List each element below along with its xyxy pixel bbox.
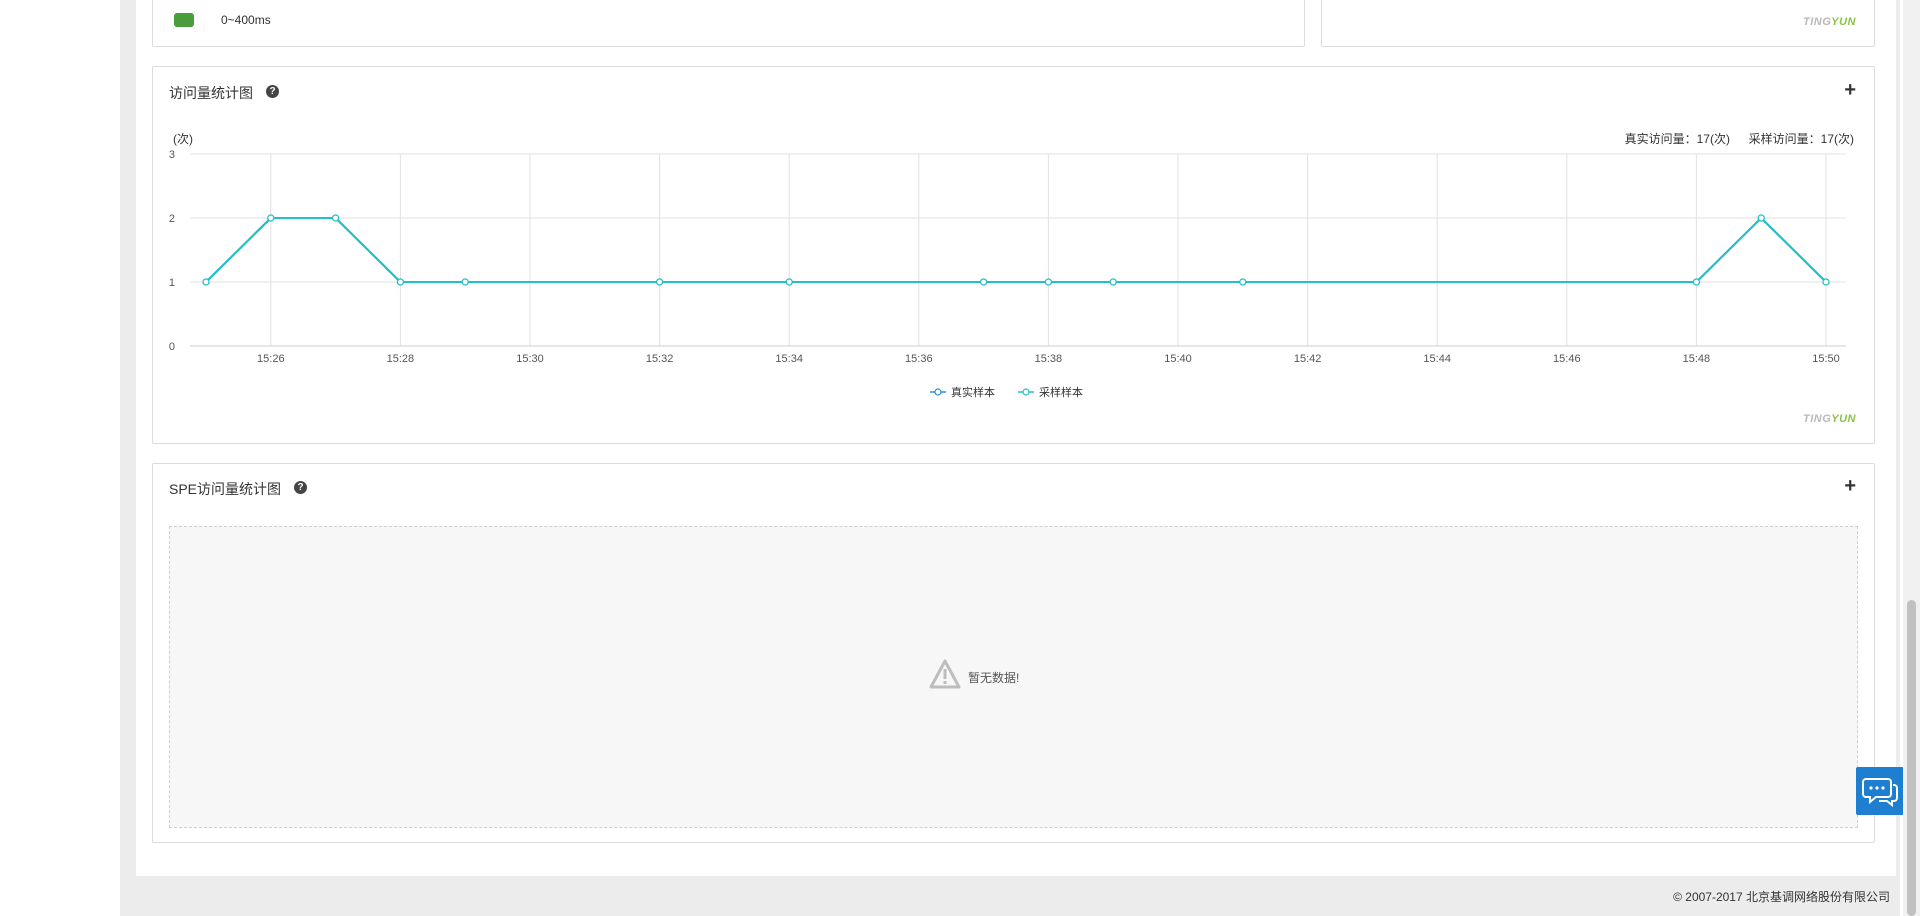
y-tick-label: 3 (169, 149, 175, 161)
x-tick-label: 15:46 (1553, 353, 1581, 365)
x-tick-label: 15:34 (775, 353, 803, 365)
y-tick-label: 0 (169, 341, 175, 353)
data-point (1044, 278, 1053, 286)
x-tick-label: 15:30 (516, 353, 544, 365)
data-point (785, 278, 793, 286)
footer-copyright: © 2007-2017 北京基调网络股份有限公司 (1673, 890, 1890, 904)
legend-label: 真实样本 (951, 385, 995, 399)
chat-bubbles-icon (1862, 778, 1898, 808)
legend-label: 采样样本 (1039, 385, 1083, 399)
x-tick-label: 15:40 (1164, 353, 1192, 365)
data-point (267, 214, 275, 222)
x-tick-label: 15:32 (646, 353, 674, 365)
scrollbar-thumb[interactable] (1907, 600, 1916, 916)
data-point (332, 214, 340, 222)
data-point (1822, 278, 1830, 286)
series-line (205, 216, 1827, 283)
data-point (1109, 278, 1117, 286)
data-point (461, 278, 469, 286)
series-line (205, 216, 1827, 283)
x-tick-label: 15:28 (387, 353, 415, 365)
y-tick-label: 1 (169, 277, 175, 289)
chat-button[interactable] (1856, 767, 1904, 815)
x-tick-label: 15:50 (1812, 353, 1840, 365)
legend-marker (934, 388, 942, 396)
data-point (1692, 278, 1701, 286)
data-point (202, 278, 210, 286)
x-tick-label: 15:44 (1423, 353, 1451, 365)
data-point (396, 278, 404, 286)
visits-line-chart: 0 1 2 3 15:26 15:28 15:30 15:32 15:34 15:36 15:38 1… (169, 149, 1846, 399)
data-point (979, 278, 988, 286)
data-point (655, 278, 664, 286)
y-tick-label: 2 (169, 213, 175, 225)
legend-marker (1022, 388, 1030, 396)
data-point (1757, 214, 1765, 222)
x-tick-label: 15:48 (1683, 353, 1711, 365)
x-tick-label: 15:36 (905, 353, 933, 365)
x-tick-label: 15:38 (1035, 353, 1063, 365)
x-tick-label: 15:42 (1294, 353, 1322, 365)
x-tick-label: 15:26 (257, 353, 285, 365)
data-point (1239, 278, 1247, 286)
